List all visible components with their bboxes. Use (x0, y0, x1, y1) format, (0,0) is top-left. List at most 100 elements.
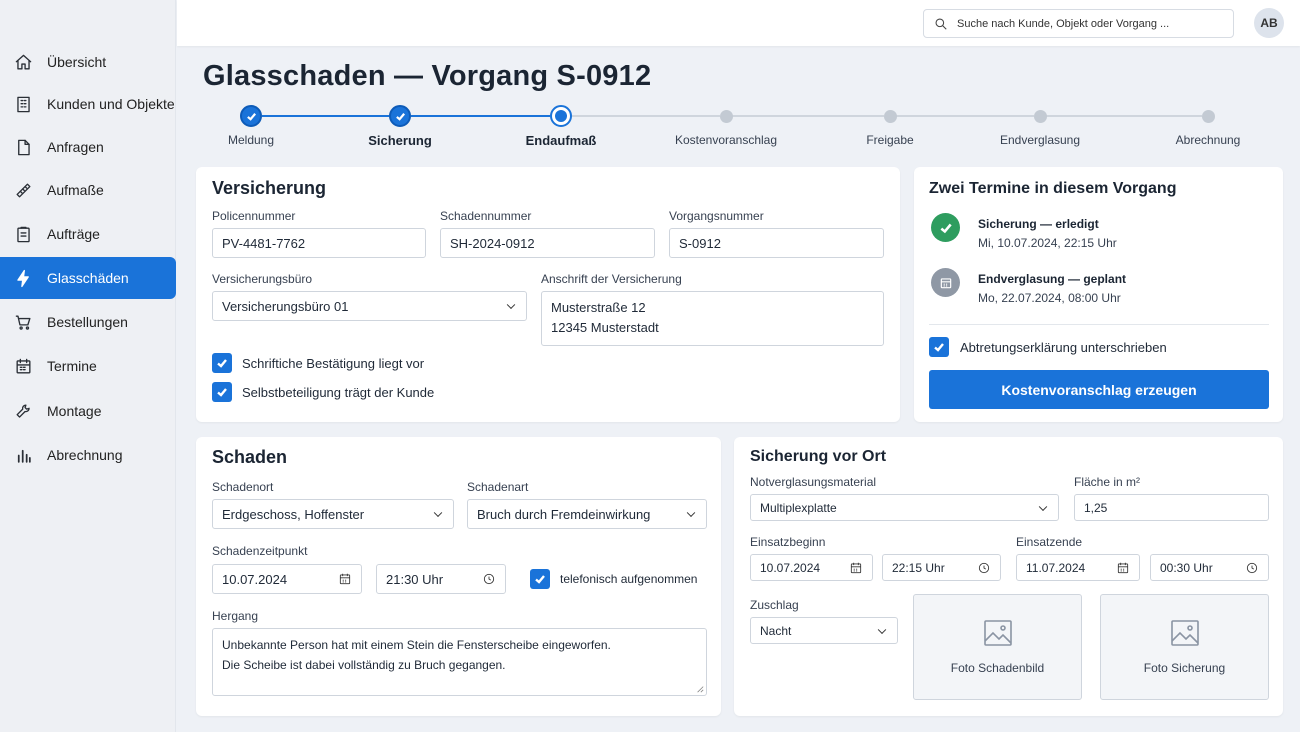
sidebar-item-anfragen[interactable]: Anfragen (0, 126, 176, 168)
zuschlag-value: Nacht (760, 623, 792, 638)
bar-chart-icon (17, 449, 31, 463)
step-endaufmass-dot[interactable] (550, 105, 572, 127)
clock-icon[interactable] (1245, 561, 1259, 575)
sidebar-item-abrechnung[interactable]: Abrechnung (0, 434, 176, 476)
calendar-icon[interactable] (849, 561, 863, 575)
einsatzende-datum-input[interactable]: 11.07.2024 (1016, 554, 1140, 581)
termin-sicherung-title: Sicherung — erledigt (978, 217, 1099, 231)
sidebar-item-label: Glasschäden (47, 270, 129, 286)
step-meldung-dot[interactable] (240, 105, 262, 127)
zuschlag-label: Zuschlag (750, 598, 799, 612)
search-input[interactable] (957, 17, 1217, 30)
step-label: Sicherung (368, 133, 432, 148)
clock-icon[interactable] (977, 561, 991, 575)
anschrift-line: Musterstraße 12 (551, 300, 646, 315)
step-label: Kostenvoranschlag (674, 133, 778, 147)
calendar-icon[interactable] (338, 572, 352, 586)
step-label: Endaufmaß (525, 133, 597, 148)
sidebar-item-label: Anfragen (47, 139, 104, 155)
material-value: Multiplexplatte (760, 500, 837, 515)
telefonisch-checkbox[interactable] (530, 569, 550, 589)
vorgangsnummer-field[interactable]: S-0912 (669, 228, 884, 258)
check-icon (940, 223, 952, 233)
einsatzende-datum-value: 11.07.2024 (1026, 560, 1086, 575)
termin-endverglasung-title: Endverglasung — geplant (978, 272, 1127, 286)
anschrift-textarea[interactable]: Musterstraße 12 12345 Musterstadt (541, 291, 884, 346)
einsatzende-zeit-value: 00:30 Uhr (1160, 560, 1213, 575)
kostenvoranschlag-button[interactable]: Kostenvoranschlag erzeugen (929, 370, 1269, 409)
einsatzbeginn-zeit-input[interactable]: 22:15 Uhr (882, 554, 1001, 581)
sidebar-item-auftraege[interactable]: Aufträge (0, 213, 176, 255)
termine-title: Zwei Termine in diesem Vorgang (929, 180, 1177, 197)
schaden-uhrzeit-input[interactable]: 21:30 Uhr (376, 564, 506, 594)
termin-endverglasung-date: Mo, 22.07.2024, 08:00 Uhr (978, 291, 1121, 305)
sidebar: Übersicht Kunden und Objekte Anfragen Au… (0, 0, 176, 732)
cart-icon (15, 314, 31, 330)
schadenort-select[interactable]: Erdgeschoss, Hoffenster (212, 499, 454, 529)
sidebar-item-montage[interactable]: Montage (0, 390, 176, 432)
versicherungsbuero-label: Versicherungsbüro (212, 272, 313, 286)
sidebar-item-uebersicht[interactable]: Übersicht (0, 41, 176, 83)
bestaetigung-checkbox[interactable] (212, 353, 232, 373)
foto-sicherung-upload[interactable]: Foto Sicherung (1100, 594, 1269, 700)
search-box[interactable] (923, 9, 1234, 38)
home-icon (15, 54, 32, 70)
versicherungsbuero-value: Versicherungsbüro 01 (222, 298, 349, 314)
step-kostenvoranschlag-dot[interactable] (720, 110, 733, 123)
telefonisch-label: telefonisch aufgenommen (560, 572, 698, 586)
sidebar-item-termine[interactable]: Termine (0, 345, 176, 387)
versicherung-title: Versicherung (212, 178, 327, 198)
schadenart-select[interactable]: Bruch durch Fremdeinwirkung (467, 499, 707, 529)
anschrift-label: Anschrift der Versicherung (541, 272, 682, 286)
material-select[interactable]: Multiplexplatte (750, 494, 1059, 521)
check-icon (535, 575, 545, 584)
schadennummer-field[interactable]: SH-2024-0912 (440, 228, 655, 258)
clock-icon[interactable] (482, 572, 496, 586)
sidebar-item-bestellungen[interactable]: Bestellungen (0, 301, 176, 343)
step-abrechnung-dot[interactable] (1202, 110, 1215, 123)
foto-schadenbild-label: Foto Schadenbild (950, 661, 1045, 675)
schaden-datum-input[interactable]: 10.07.2024 (212, 564, 362, 594)
sidebar-item-glasschaeden[interactable]: Glasschäden (0, 257, 176, 299)
vorgangsnummer-label: Vorgangsnummer (669, 209, 764, 223)
sidebar-item-aufmasse[interactable]: Aufmaße (0, 169, 176, 211)
hergang-textarea[interactable]: Unbekannte Person hat mit einem Stein di… (212, 628, 707, 696)
calendar-icon (940, 277, 951, 288)
step-freigabe-dot[interactable] (884, 110, 897, 123)
wrench-icon (16, 403, 30, 418)
stepper-line (1046, 115, 1202, 117)
stepper-line (262, 115, 389, 117)
schadenart-label: Schadenart (467, 480, 529, 494)
lightning-icon (17, 269, 29, 287)
einsatzbeginn-datum-input[interactable]: 10.07.2024 (750, 554, 873, 581)
calendar-icon[interactable] (1116, 561, 1130, 575)
sidebar-item-label: Termine (47, 358, 97, 374)
sidebar-item-kunden[interactable]: Kunden und Objekte (0, 83, 176, 125)
foto-schadenbild-upload[interactable]: Foto Schadenbild (913, 594, 1082, 700)
einsatzende-label: Einsatzende (1016, 535, 1083, 549)
check-icon (246, 112, 256, 121)
einsatzbeginn-datum-value: 10.07.2024 (760, 560, 821, 575)
schaden-datum-value: 10.07.2024 (222, 571, 288, 587)
policennummer-field[interactable]: PV-4481-7762 (212, 228, 426, 258)
flaeche-input[interactable]: 1,25 (1074, 494, 1269, 521)
step-endverglasung-dot[interactable] (1034, 110, 1047, 123)
clipboard-icon (17, 226, 30, 242)
zuschlag-select[interactable]: Nacht (750, 617, 898, 644)
einsatzbeginn-label: Einsatzbeginn (750, 535, 826, 549)
einsatzende-zeit-input[interactable]: 00:30 Uhr (1150, 554, 1269, 581)
sidebar-item-label: Abrechnung (47, 447, 123, 463)
hergang-label: Hergang (212, 609, 259, 623)
abtretung-checkbox[interactable] (929, 337, 949, 357)
hergang-line: Die Scheibe ist dabei vollständig zu Bru… (222, 658, 506, 672)
sidebar-item-label: Kunden und Objekte (47, 96, 175, 112)
flaeche-label: Fläche in m² (1074, 475, 1141, 489)
selbstbeteiligung-checkbox[interactable] (212, 382, 232, 402)
step-sicherung-dot[interactable] (389, 105, 411, 127)
versicherungsbuero-select[interactable]: Versicherungsbüro 01 (212, 291, 527, 321)
sidebar-item-label: Bestellungen (47, 314, 128, 330)
bestaetigung-label: Schriftiche Bestätigung liegt vor (242, 356, 425, 371)
avatar[interactable]: AB (1254, 8, 1284, 38)
resize-handle-icon[interactable] (696, 685, 704, 693)
search-icon (935, 18, 947, 30)
